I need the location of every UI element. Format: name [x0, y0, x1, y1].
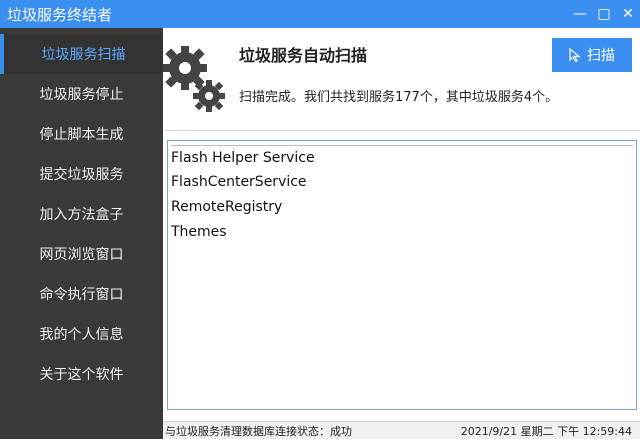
sidebar-item-label: 提交垃圾服务 [39, 167, 124, 183]
datetime: 2021/9/21 星期二 下午 12:59:44 [460, 424, 632, 438]
sidebar-item-scan[interactable]: 垃圾服务扫描 [0, 34, 163, 74]
sidebar-item-command[interactable]: 命令执行窗口 [0, 274, 163, 314]
gears-icon [163, 46, 225, 112]
sidebar-item-submit[interactable]: 提交垃圾服务 [0, 154, 163, 194]
sidebar-item-label: 加入方法盒子 [39, 207, 124, 223]
sidebar-item-script[interactable]: 停止脚本生成 [0, 114, 163, 154]
sidebar-item-profile[interactable]: 我的个人信息 [0, 314, 163, 354]
sidebar-item-label: 我的个人信息 [39, 327, 124, 343]
scan-button[interactable]: 扫描 [552, 38, 632, 72]
sidebar-item-about[interactable]: 关于这个软件 [0, 354, 163, 394]
sidebar-item-label: 命令执行窗口 [39, 287, 124, 303]
title-bar: 垃圾服务终结者 — □ ✕ [0, 0, 640, 28]
sidebar-item-method-box[interactable]: 加入方法盒子 [0, 194, 163, 234]
close-icon[interactable]: ✕ [616, 0, 640, 28]
sidebar-item-browser[interactable]: 网页浏览窗口 [0, 234, 163, 274]
result-list[interactable]: Flash Helper Service FlashCenterService … [167, 140, 637, 410]
page-title: 垃圾服务自动扫描 [239, 46, 368, 65]
list-item[interactable]: Flash Helper Service [171, 145, 633, 170]
main-panel: 垃圾服务自动扫描 扫描完成。我们共找到服务177个，其中垃圾服务4个。 扫描 F… [163, 28, 640, 421]
sidebar-item-label: 垃圾服务扫描 [41, 47, 126, 63]
list-item[interactable]: RemoteRegistry [171, 195, 633, 220]
maximize-icon[interactable]: □ [592, 0, 616, 28]
sidebar-item-label: 停止脚本生成 [39, 127, 124, 143]
db-connection-status: 与垃圾服务清理数据库连接状态：成功 [165, 424, 352, 438]
divider [163, 130, 640, 131]
sidebar-item-label: 网页浏览窗口 [39, 247, 124, 263]
scan-button-label: 扫描 [587, 48, 615, 64]
status-bar: 与垃圾服务清理数据库连接状态：成功 2021/9/21 星期二 下午 12:59… [163, 421, 640, 439]
window-title: 垃圾服务终结者 [7, 5, 113, 24]
list-item[interactable]: Themes [171, 220, 633, 245]
sidebar-item-label: 关于这个软件 [39, 367, 124, 383]
sidebar-item-stop[interactable]: 垃圾服务停止 [0, 74, 163, 114]
minimize-icon[interactable]: — [568, 0, 592, 28]
scan-status-text: 扫描完成。我们共找到服务177个，其中垃圾服务4个。 [239, 90, 559, 105]
sidebar: 垃圾服务扫描 垃圾服务停止 停止脚本生成 提交垃圾服务 加入方法盒子 网页浏览窗… [0, 28, 163, 439]
cursor-icon [569, 48, 581, 62]
sidebar-item-label: 垃圾服务停止 [39, 87, 124, 103]
list-item[interactable]: FlashCenterService [171, 170, 633, 195]
